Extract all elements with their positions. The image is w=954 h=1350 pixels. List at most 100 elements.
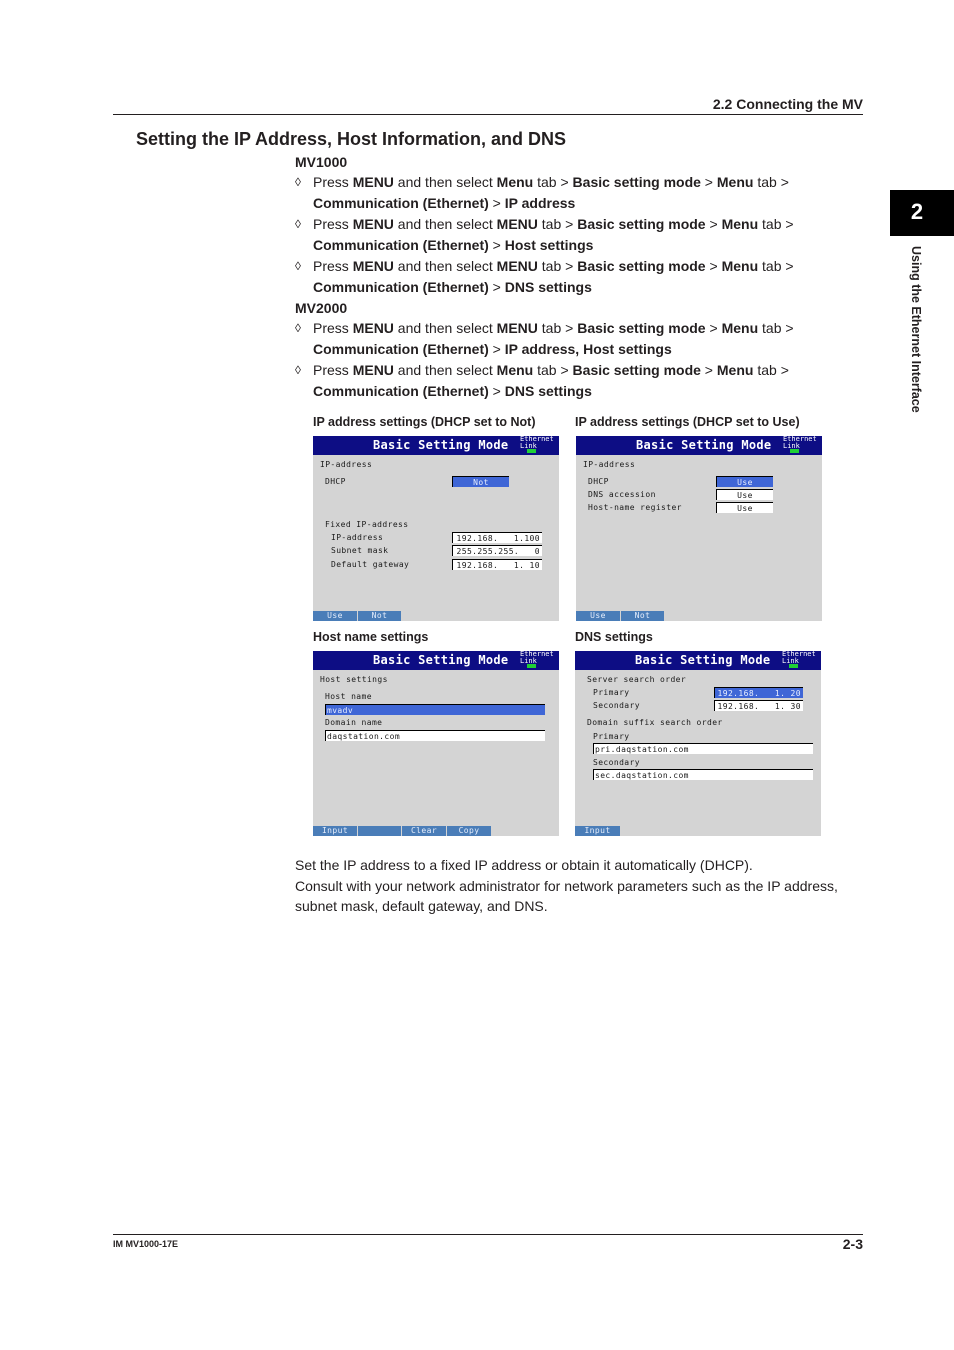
softkey-clear[interactable]: Clear [402, 826, 447, 836]
bullet-diamond-icon: ◊ [295, 217, 301, 231]
dhcp-field[interactable]: Use [716, 476, 773, 487]
screen-title: Basic Setting Mode [373, 438, 509, 452]
screen-ip-dhcp-use: Basic Setting Mode Ethernet Link IP-addre… [576, 436, 822, 621]
subnet-mask-field[interactable]: 255.255.255. 0 [452, 545, 542, 556]
procedure-step: ◊ Press MENU and then select Menu tab > B… [295, 360, 855, 402]
step-line: Press MENU and then select MENU tab > Ba… [313, 214, 855, 235]
step-text: > [488, 237, 505, 253]
step-text: tab > [537, 320, 578, 336]
step-text: > [488, 383, 505, 399]
menu-path-term: Menu [721, 258, 759, 274]
model-heading-mv2000: MV2000 [295, 300, 348, 316]
link-led-icon [527, 664, 536, 668]
menu-path-term: MENU [496, 320, 538, 336]
menu-path-term: MENU [352, 362, 394, 378]
menu-path-term: MENU [352, 258, 394, 274]
menu-path-term: Basic setting mode [572, 174, 701, 190]
step-text: tab > [758, 258, 794, 274]
menu-path-term: IP address [504, 195, 576, 211]
label-gateway: Default gateway [331, 560, 410, 569]
softkey-use[interactable]: Use [313, 611, 358, 621]
caption-host: Host name settings [313, 630, 429, 644]
menu-path-term: MENU [352, 320, 394, 336]
menu-path-term: Communication (Ethernet) [313, 195, 489, 211]
host-name-field[interactable]: mvadv [325, 704, 545, 715]
label-suffix-primary: Primary [593, 732, 630, 741]
procedure-step: ◊ Press MENU and then select MENU tab > B… [295, 256, 855, 298]
softkey-input[interactable]: Input [575, 826, 621, 836]
procedure-step: ◊ Press MENU and then select Menu tab > B… [295, 172, 855, 214]
label-domain-suffix-order: Domain suffix search order [587, 718, 723, 727]
menu-path-term: Menu [721, 216, 759, 232]
step-text: and then select [393, 320, 497, 336]
softkey-bar: Use Not [313, 611, 402, 621]
step-text: Press [313, 362, 353, 378]
bullet-diamond-icon: ◊ [295, 175, 301, 189]
menu-path-term: Communication (Ethernet) [313, 237, 489, 253]
label-fixed-ip: Fixed IP-address [325, 520, 409, 529]
dns-accession-field[interactable]: Use [716, 489, 773, 500]
softkey-use[interactable]: Use [576, 611, 621, 621]
step-text: and then select [393, 216, 497, 232]
screen-title-bar: Basic Setting Mode Ethernet Link [313, 651, 559, 670]
body-line: Consult with your network administrator … [295, 877, 838, 915]
secondary-dns-field[interactable]: 192.168. 1. 30 [714, 700, 803, 711]
host-name-register-field[interactable]: Use [716, 502, 773, 513]
screen-host-settings: Basic Setting Mode Ethernet Link Host set… [313, 651, 559, 836]
menu-path-term: MENU [352, 174, 394, 190]
step-line: Communication (Ethernet) > IP address, H… [313, 339, 855, 360]
step-text: > [705, 320, 722, 336]
step-text: > [488, 195, 505, 211]
softkey-not[interactable]: Not [358, 611, 402, 621]
step-text: tab > [537, 216, 578, 232]
suffix-primary-field[interactable]: pri.daqstation.com [593, 743, 813, 754]
menu-path-term: Host settings [504, 237, 594, 253]
softkey-blank[interactable] [358, 826, 402, 836]
step-text: tab > [758, 216, 794, 232]
menu-path-term: DNS settings [504, 383, 592, 399]
caption-ip-use: IP address settings (DHCP set to Use) [575, 415, 800, 429]
step-line: Press MENU and then select MENU tab > Ba… [313, 256, 855, 277]
gateway-field[interactable]: 192.168. 1. 10 [452, 559, 542, 570]
step-text: > [700, 174, 717, 190]
caption-dns: DNS settings [575, 630, 653, 644]
step-text: and then select [393, 362, 497, 378]
link-led-icon [527, 449, 536, 453]
suffix-secondary-field[interactable]: sec.daqstation.com [593, 769, 813, 780]
menu-path-term: DNS settings [504, 279, 592, 295]
step-text: > [705, 216, 722, 232]
body-paragraph: Set the IP address to a fixed IP address… [295, 855, 865, 917]
page-number: 2-3 [842, 1236, 863, 1252]
footer-rule [113, 1234, 863, 1235]
dhcp-field[interactable]: Not [452, 476, 509, 487]
step-text: Press [313, 216, 353, 232]
step-line: Communication (Ethernet) > Host settings [313, 235, 855, 256]
step-text: tab > [537, 258, 578, 274]
screen-title: Basic Setting Mode [635, 653, 771, 667]
menu-path-term: Menu [716, 174, 754, 190]
menu-path-term: Communication (Ethernet) [313, 383, 489, 399]
step-text: and then select [393, 174, 497, 190]
screen-dns-settings: Basic Setting Mode Ethernet Link Server s… [575, 651, 821, 836]
softkey-input[interactable]: Input [313, 826, 358, 836]
screen-title: Basic Setting Mode [636, 438, 772, 452]
primary-dns-field[interactable]: 192.168. 1. 20 [714, 687, 803, 698]
label-ip-address-heading: IP-address [320, 460, 373, 469]
softkey-not[interactable]: Not [621, 611, 665, 621]
bullet-diamond-icon: ◊ [295, 321, 301, 335]
ethernet-link-label: Ethernet Link [520, 436, 554, 450]
softkey-copy[interactable]: Copy [447, 826, 492, 836]
label-subnet: Subnet mask [331, 546, 389, 555]
menu-path-term: Basic setting mode [577, 216, 706, 232]
header-rule [113, 114, 863, 115]
menu-path-term: MENU [496, 258, 538, 274]
label-secondary-server: Secondary [593, 701, 640, 710]
step-line: Press MENU and then select MENU tab > Ba… [313, 318, 855, 339]
menu-path-term: Menu [496, 174, 534, 190]
label-domain-name: Domain name [325, 718, 383, 727]
step-line: Press MENU and then select Menu tab > Ba… [313, 360, 855, 381]
caption-ip-not: IP address settings (DHCP set to Not) [313, 415, 536, 429]
domain-name-field[interactable]: daqstation.com [325, 730, 545, 741]
step-text: tab > [753, 362, 789, 378]
ip-address-field[interactable]: 192.168. 1.100 [452, 532, 542, 543]
